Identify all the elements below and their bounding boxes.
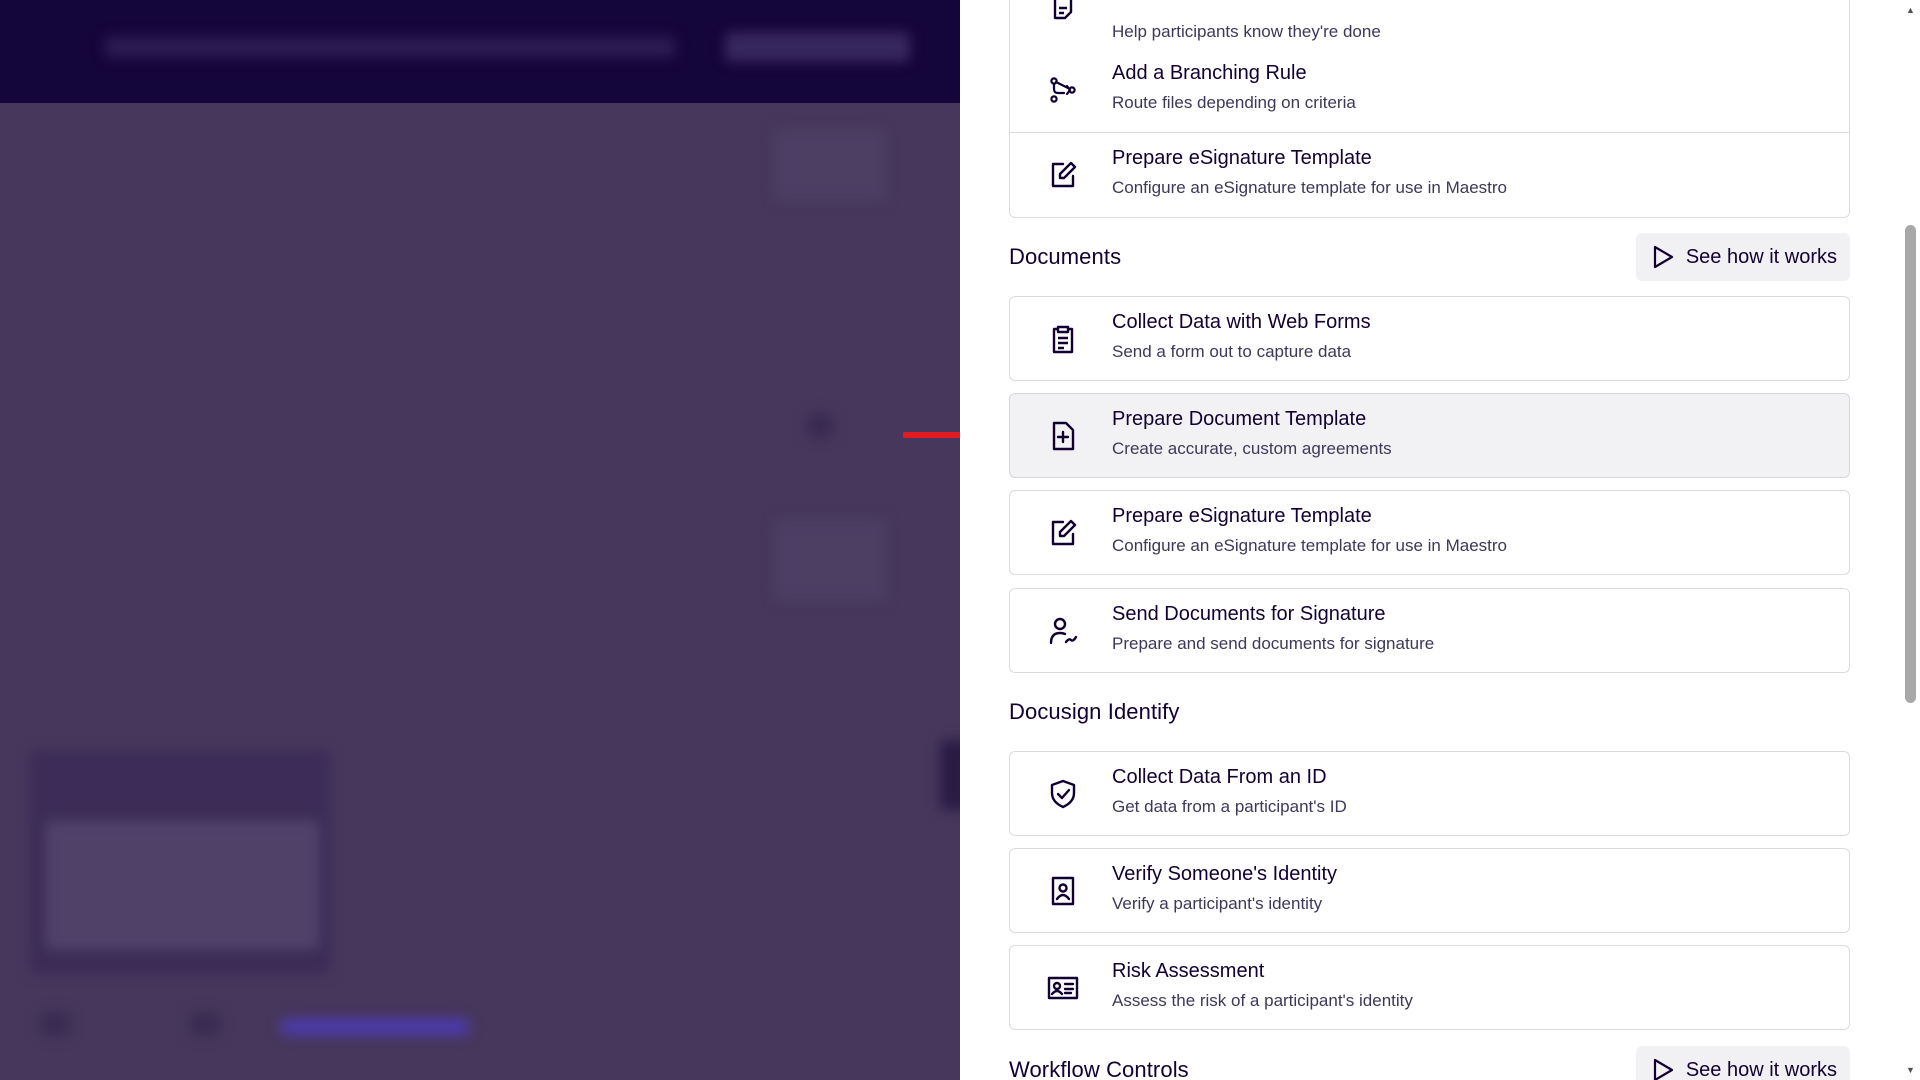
- background-button: [725, 32, 910, 62]
- person-sign-icon: [1046, 614, 1080, 648]
- section-header-identify: Docusign Identify: [1009, 687, 1850, 737]
- step-card-desc: Create accurate, custom agreements: [1112, 439, 1392, 458]
- step-card-send-for-signature[interactable]: Send Documents for Signature Prepare and…: [1009, 588, 1850, 673]
- step-card-esignature-template[interactable]: Prepare eSignature Template Configure an…: [1009, 133, 1850, 218]
- background-app: [0, 0, 960, 1080]
- background-control: [190, 1012, 220, 1036]
- step-card-desc: Assess the risk of a participant's ident…: [1112, 991, 1413, 1010]
- step-card-title: Add a Branching Rule: [1112, 62, 1307, 84]
- section-title: Docusign Identify: [1009, 699, 1180, 724]
- section-header-documents: Documents See how it works: [1009, 232, 1850, 282]
- background-card-inner: [45, 820, 320, 950]
- id-card-icon: [1046, 971, 1080, 1005]
- step-card-esignature-template[interactable]: Prepare eSignature Template Configure an…: [1009, 490, 1850, 575]
- step-card-desc: Route files depending on criteria: [1112, 93, 1356, 112]
- id-badge-icon: [1046, 874, 1080, 908]
- step-card-title: Risk Assessment: [1112, 960, 1265, 982]
- document-check-icon: [1046, 0, 1080, 27]
- scrollbar-thumb[interactable]: [1905, 225, 1916, 703]
- step-card-collect-id-data[interactable]: Collect Data From an ID Get data from a …: [1009, 751, 1850, 836]
- step-card-branching-rule[interactable]: Add a Branching Rule Route files dependi…: [1009, 48, 1850, 133]
- background-handle: [940, 740, 960, 810]
- section-title: Documents: [1009, 244, 1122, 269]
- step-card-desc: Configure an eSignature template for use…: [1112, 178, 1508, 197]
- step-card-title: Verify Someone's Identity: [1112, 863, 1338, 885]
- step-card-risk-assessment[interactable]: Risk Assessment Assess the risk of a par…: [1009, 945, 1850, 1030]
- step-card-desc: Verify a participant's identity: [1112, 894, 1323, 913]
- background-link: [280, 1018, 470, 1036]
- background-block: [775, 130, 885, 200]
- see-how-it-works-button[interactable]: See how it works: [1635, 233, 1850, 281]
- edit-document-icon: [1046, 158, 1080, 192]
- step-card-verify-identity[interactable]: Verify Someone's Identity Verify a parti…: [1009, 848, 1850, 933]
- background-control: [40, 1012, 70, 1036]
- step-card-desc: Help participants know they're done: [1112, 22, 1381, 41]
- edit-document-icon: [1046, 516, 1080, 550]
- play-icon: [1653, 1058, 1673, 1080]
- scroll-down-icon[interactable]: ▼: [1905, 1065, 1916, 1075]
- section-header-workflow-controls: Workflow Controls See how it works: [1009, 1045, 1850, 1080]
- step-card-desc: Prepare and send documents for signature: [1112, 634, 1435, 653]
- branch-icon: [1046, 73, 1080, 107]
- see-how-it-works-label: See how it works: [1685, 245, 1837, 268]
- step-card-desc: Send a form out to capture data: [1112, 342, 1352, 361]
- step-card-desc: Configure an eSignature template for use…: [1112, 536, 1508, 555]
- section-title: Workflow Controls: [1009, 1057, 1189, 1080]
- step-card-title: Send Documents for Signature: [1112, 603, 1386, 625]
- step-card-title: Collect Data From an ID: [1112, 766, 1327, 788]
- step-card-title: Collect Data with Web Forms: [1112, 311, 1371, 333]
- scrollbar[interactable]: ▲ ▼: [1902, 0, 1920, 1080]
- step-card-desc: Get data from a participant's ID: [1112, 797, 1347, 816]
- see-how-it-works-button[interactable]: See how it works: [1635, 1046, 1850, 1080]
- step-card-completion[interactable]: Help participants know they're done: [1009, 0, 1850, 49]
- step-card-web-forms[interactable]: Collect Data with Web Forms Send a form …: [1009, 296, 1850, 381]
- background-block: [775, 520, 885, 600]
- step-card-document-template[interactable]: Prepare Document Template Create accurat…: [1009, 393, 1850, 478]
- background-breadcrumb: [105, 36, 675, 58]
- clipboard-icon: [1046, 322, 1080, 356]
- scroll-up-icon[interactable]: ▲: [1905, 5, 1916, 15]
- document-plus-icon: [1046, 419, 1080, 453]
- play-icon: [1653, 245, 1673, 269]
- background-node: [806, 412, 834, 440]
- add-step-panel: Help participants know they're done Add …: [960, 0, 1920, 1080]
- shield-check-icon: [1046, 777, 1080, 811]
- see-how-it-works-label: See how it works: [1685, 1058, 1837, 1080]
- step-card-title: Prepare eSignature Template: [1112, 147, 1372, 169]
- step-card-title: Prepare eSignature Template: [1112, 505, 1372, 527]
- step-card-title: Prepare Document Template: [1112, 408, 1367, 430]
